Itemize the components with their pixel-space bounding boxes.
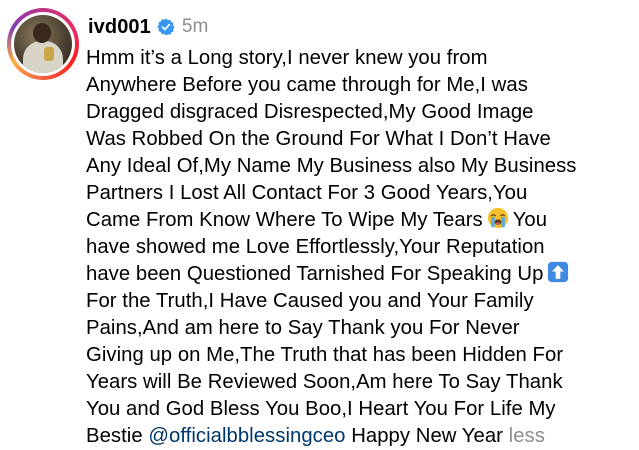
caption-line: Dragged disgraced Disrespected,My Good I…	[86, 101, 534, 123]
mention-link[interactable]: @officialbblessingceo	[148, 425, 345, 447]
caption-line: Hmm it’s a Long story,I never knew you f…	[86, 47, 488, 69]
less-button[interactable]: less	[509, 425, 545, 447]
username-link[interactable]: ivd001	[88, 16, 151, 39]
profile-photo-figure	[23, 41, 63, 73]
caption-text: Happy New Year	[351, 425, 503, 447]
caption-line: Any Ideal Of,My Name My Business also My…	[86, 155, 577, 177]
caption-line: Giving up on Me,The Truth that has been …	[86, 344, 564, 366]
post-timestamp: 5m	[181, 16, 209, 37]
caption-line: Was Robbed On the Ground For What I Don’…	[86, 128, 551, 150]
avatar-ring-gap	[11, 12, 75, 76]
avatar[interactable]	[7, 8, 79, 80]
caption-text: You	[512, 209, 548, 231]
caption-line: have showed me Love Effortlessly,Your Re…	[86, 236, 545, 258]
caption-text: Came From Know Where To Wipe My Tears	[86, 209, 483, 231]
verified-badge-icon	[157, 18, 175, 36]
caption-line: For the Truth,I Have Caused you and Your…	[86, 290, 534, 312]
profile-photo-accent	[44, 47, 54, 61]
caption-text: have been Questioned Tarnished For Speak…	[86, 263, 544, 285]
profile-photo	[14, 15, 72, 73]
caption-line: You and God Bless You Boo,I Heart You Fo…	[86, 398, 556, 420]
caption-text: Bestie	[86, 425, 143, 447]
caption-line: Bestie @officialbblessingceo Happy New Y…	[86, 423, 634, 450]
up-arrow-button-icon	[547, 261, 569, 283]
caption-line: Came From Know Where To Wipe My Tears Yo…	[86, 207, 634, 234]
caption-line: Anywhere Before you came through for Me,…	[86, 74, 528, 96]
caption-line: Pains,And am here to Say Thank you For N…	[86, 317, 520, 339]
crying-face-icon	[487, 207, 509, 229]
caption-line: Partners I Lost All Contact For 3 Good Y…	[86, 182, 528, 204]
profile-photo-head	[33, 23, 51, 43]
post-header: ivd001 5m	[88, 15, 208, 39]
caption-line: Years will Be Reviewed Soon,Am here To S…	[86, 371, 563, 393]
caption-line: have been Questioned Tarnished For Speak…	[86, 261, 634, 288]
post-caption: Hmm it’s a Long story,I never knew you f…	[86, 45, 634, 450]
